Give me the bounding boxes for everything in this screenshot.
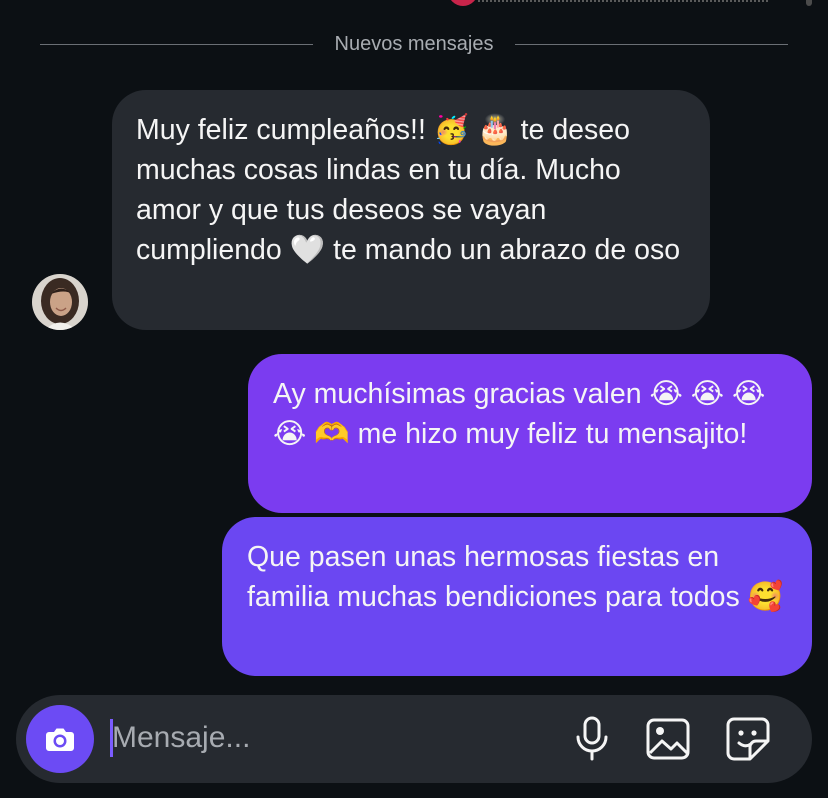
new-messages-divider: Nuevos mensajes	[40, 32, 788, 55]
birthday-cake-emoji: 🎂	[477, 113, 513, 146]
previous-message-text-fragment	[478, 0, 768, 2]
crying-face-emoji: 😭	[273, 417, 307, 450]
message-text	[724, 378, 732, 410]
camera-button[interactable]	[26, 705, 94, 773]
previous-message-avatar-fragment	[448, 0, 478, 6]
message-text: me hizo muy feliz tu mensajito!	[349, 418, 748, 450]
new-messages-label: Nuevos mensajes	[334, 32, 494, 55]
sticker-button[interactable]	[722, 713, 774, 765]
crying-face-emoji: 😭	[649, 377, 683, 410]
crying-face-emoji: 😭	[690, 377, 725, 410]
crying-face-emoji: 😭	[731, 377, 766, 410]
message-text: Muy feliz cumpleaños!!	[136, 114, 434, 146]
scroll-indicator[interactable]	[806, 0, 812, 6]
message-composer	[16, 695, 812, 783]
previous-message-fragment	[448, 0, 772, 6]
divider-line-left	[40, 43, 313, 45]
message-text	[683, 378, 691, 410]
message-text: te mando un abrazo de oso	[325, 234, 681, 266]
divider-line-right	[515, 43, 788, 45]
incoming-message-bubble[interactable]: Muy feliz cumpleaños!! 🥳 🎂 te deseo much…	[112, 90, 710, 330]
message-text: Ay muchísimas gracias valen	[273, 378, 650, 410]
gallery-icon	[646, 718, 690, 760]
heart-hands-emoji: 🫶	[314, 417, 350, 450]
smiling-face-with-hearts-emoji: 🥰	[747, 580, 784, 613]
partying-face-emoji: 🥳	[433, 113, 470, 146]
outgoing-message-bubble[interactable]: Que pasen unas hermosas fiestas en famil…	[222, 517, 812, 676]
avatar-image	[32, 274, 88, 330]
camera-icon	[46, 728, 74, 751]
gallery-button[interactable]	[642, 713, 694, 765]
microphone-button[interactable]	[566, 713, 618, 765]
message-text: Que pasen unas hermosas fiestas en famil…	[247, 541, 748, 613]
outgoing-message-bubble[interactable]: Ay muchísimas gracias valen 😭 😭 😭 😭 🫶 me…	[248, 354, 812, 513]
microphone-icon	[576, 716, 608, 761]
sticker-icon	[726, 717, 770, 761]
white-heart-emoji: 🤍	[289, 233, 326, 266]
message-input[interactable]	[112, 713, 532, 763]
sender-avatar[interactable]	[32, 274, 88, 330]
